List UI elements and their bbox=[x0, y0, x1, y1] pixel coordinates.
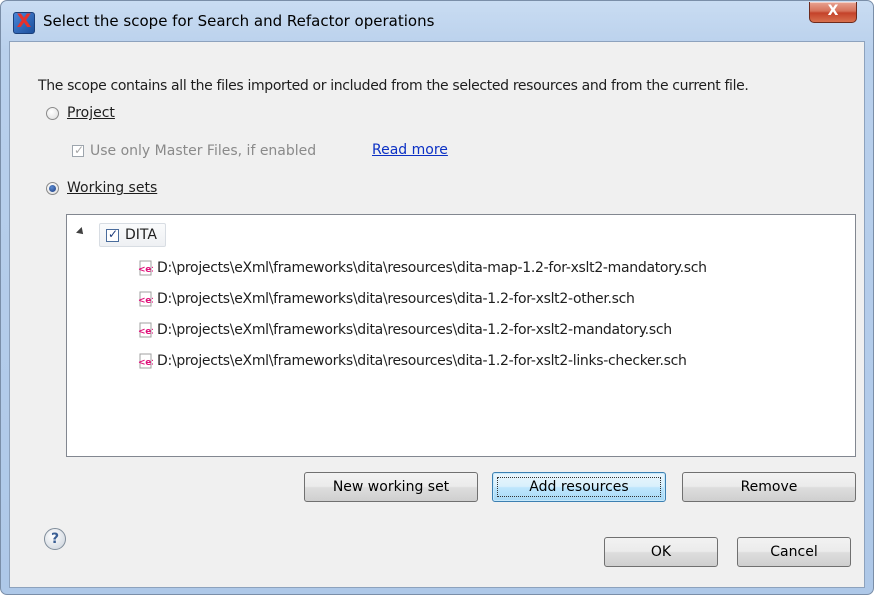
tree-node-dita[interactable]: ✓ DITA bbox=[99, 223, 166, 247]
svg-text:<e>: <e> bbox=[138, 296, 153, 306]
file-path: D:\projects\eXml\frameworks\dita\resourc… bbox=[157, 322, 672, 338]
master-files-checkbox: ✓ bbox=[72, 143, 85, 157]
dialog-body: The scope contains all the files importe… bbox=[9, 41, 865, 588]
tree-file-item[interactable]: <e> D:\projects\eXml\frameworks\dita\res… bbox=[137, 322, 672, 338]
new-working-set-button[interactable]: New working set bbox=[304, 472, 478, 502]
file-path: D:\projects\eXml\frameworks\dita\resourc… bbox=[157, 291, 635, 307]
title-bar[interactable]: X Select the scope for Search and Refact… bbox=[1, 1, 873, 41]
cancel-label: Cancel bbox=[770, 544, 818, 560]
project-label: Project bbox=[67, 105, 115, 121]
focus-ring bbox=[497, 477, 661, 497]
svg-text:<e>: <e> bbox=[138, 265, 153, 275]
close-button[interactable]: X bbox=[809, 2, 857, 23]
schematron-file-icon: <e> bbox=[137, 322, 153, 338]
project-radio[interactable] bbox=[46, 106, 59, 120]
schematron-file-icon: <e> bbox=[137, 260, 153, 276]
ok-label: OK bbox=[650, 544, 672, 560]
file-path: D:\projects\eXml\frameworks\dita\resourc… bbox=[157, 353, 687, 369]
schematron-file-icon: <e> bbox=[137, 291, 153, 307]
scope-description: The scope contains all the files importe… bbox=[38, 78, 749, 94]
svg-text:<e>: <e> bbox=[138, 358, 153, 368]
tree-file-item[interactable]: <e> D:\projects\eXml\frameworks\dita\res… bbox=[137, 353, 687, 369]
dita-checkbox[interactable]: ✓ bbox=[106, 226, 119, 242]
tree-file-item[interactable]: <e> D:\projects\eXml\frameworks\dita\res… bbox=[137, 260, 707, 276]
check-icon: ✓ bbox=[108, 226, 119, 241]
new-working-set-label: New working set bbox=[332, 479, 450, 495]
app-logo-glyph: X bbox=[16, 10, 32, 32]
help-glyph: ? bbox=[50, 531, 60, 547]
working-sets-radio[interactable] bbox=[46, 181, 59, 195]
working-sets-tree[interactable]: ✓ DITA <e> D:\projects\eXml\frameworks\d… bbox=[66, 214, 856, 457]
dialog-window: X Select the scope for Search and Refact… bbox=[0, 0, 874, 595]
schematron-file-icon: <e> bbox=[137, 353, 153, 369]
app-logo-icon: X bbox=[13, 10, 35, 34]
working-sets-label: Working sets bbox=[67, 180, 158, 196]
cancel-button[interactable]: Cancel bbox=[737, 537, 851, 567]
help-icon[interactable]: ? bbox=[44, 528, 66, 550]
working-sets-radio-option[interactable]: Working sets bbox=[46, 180, 157, 196]
svg-text:<e>: <e> bbox=[138, 327, 153, 337]
remove-button[interactable]: Remove bbox=[682, 472, 856, 502]
master-files-option: ✓ Use only Master Files, if enabled bbox=[72, 143, 316, 159]
remove-label: Remove bbox=[740, 479, 798, 495]
ok-button[interactable]: OK bbox=[604, 537, 718, 567]
project-radio-option[interactable]: Project bbox=[46, 105, 115, 121]
add-resources-button[interactable]: Add resources bbox=[492, 472, 666, 502]
file-path: D:\projects\eXml\frameworks\dita\resourc… bbox=[157, 260, 707, 276]
close-icon: X bbox=[827, 3, 839, 19]
window-title: Select the scope for Search and Refactor… bbox=[43, 12, 435, 30]
check-icon: ✓ bbox=[74, 143, 85, 157]
master-files-label: Use only Master Files, if enabled bbox=[90, 143, 317, 159]
dita-label: DITA bbox=[125, 227, 157, 243]
read-more-link[interactable]: Read more bbox=[372, 142, 448, 158]
expand-arrow-icon[interactable] bbox=[76, 227, 86, 237]
tree-file-item[interactable]: <e> D:\projects\eXml\frameworks\dita\res… bbox=[137, 291, 635, 307]
